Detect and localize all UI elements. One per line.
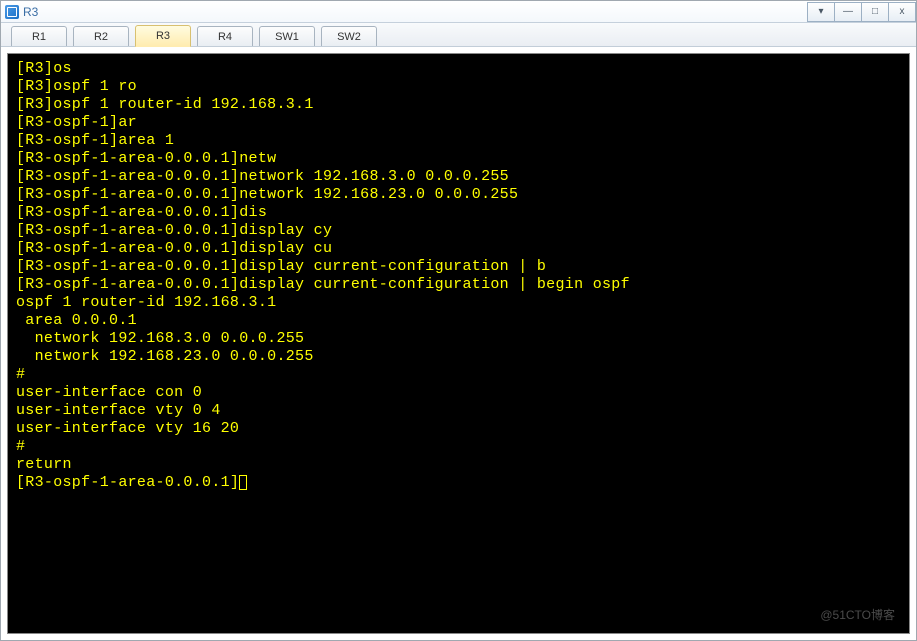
terminal-line: [R3-ospf-1-area-0.0.0.1]dis xyxy=(16,204,901,222)
terminal-line: [R3-ospf-1-area-0.0.0.1]display current-… xyxy=(16,258,901,276)
terminal-line: # xyxy=(16,438,901,456)
terminal-line: user-interface con 0 xyxy=(16,384,901,402)
terminal-container: [R3]os [R3]ospf 1 ro [R3]ospf 1 router-i… xyxy=(1,47,916,640)
maximize-button[interactable]: □ xyxy=(861,2,889,22)
app-icon xyxy=(5,5,19,19)
terminal-line: [R3]ospf 1 router-id 192.168.3.1 xyxy=(16,96,901,114)
terminal-line: [R3-ospf-1-area-0.0.0.1]network 192.168.… xyxy=(16,186,901,204)
tab-r4[interactable]: R4 xyxy=(197,26,253,46)
terminal-line: [R3-ospf-1-area-0.0.0.1]network 192.168.… xyxy=(16,168,901,186)
terminal-line: [R3]ospf 1 ro xyxy=(16,78,901,96)
terminal[interactable]: [R3]os [R3]ospf 1 ro [R3]ospf 1 router-i… xyxy=(7,53,910,634)
terminal-line: network 192.168.23.0 0.0.0.255 xyxy=(16,348,901,366)
app-window: R3 ▾ — □ x R1 R2 R3 R4 SW1 SW2 [R3]os [R… xyxy=(0,0,917,641)
terminal-line: user-interface vty 16 20 xyxy=(16,420,901,438)
terminal-line: [R3-ospf-1-area-0.0.0.1]display cy xyxy=(16,222,901,240)
tab-r3[interactable]: R3 xyxy=(135,25,191,47)
terminal-line: return xyxy=(16,456,901,474)
terminal-line: network 192.168.3.0 0.0.0.255 xyxy=(16,330,901,348)
terminal-prompt: [R3-ospf-1-area-0.0.0.1] xyxy=(16,474,239,491)
terminal-line: ospf 1 router-id 192.168.3.1 xyxy=(16,294,901,312)
terminal-line: [R3-ospf-1]ar xyxy=(16,114,901,132)
terminal-line: [R3-ospf-1]area 1 xyxy=(16,132,901,150)
title-bar: R3 ▾ — □ x xyxy=(1,1,916,23)
tab-bar: R1 R2 R3 R4 SW1 SW2 xyxy=(1,23,916,47)
terminal-line: [R3-ospf-1-area-0.0.0.1]display cu xyxy=(16,240,901,258)
terminal-line: area 0.0.0.1 xyxy=(16,312,901,330)
close-button[interactable]: x xyxy=(888,2,916,22)
terminal-line: # xyxy=(16,366,901,384)
tab-r1[interactable]: R1 xyxy=(11,26,67,46)
terminal-line: user-interface vty 0 4 xyxy=(16,402,901,420)
watermark: @51CTO博客 xyxy=(820,606,895,623)
tab-sw2[interactable]: SW2 xyxy=(321,26,377,46)
tab-sw1[interactable]: SW1 xyxy=(259,26,315,46)
window-controls: ▾ — □ x xyxy=(807,2,916,22)
terminal-prompt-line: [R3-ospf-1-area-0.0.0.1] xyxy=(16,474,901,492)
cursor-icon xyxy=(239,475,247,490)
terminal-line: [R3-ospf-1-area-0.0.0.1]display current-… xyxy=(16,276,901,294)
window-title: R3 xyxy=(23,5,38,19)
tab-r2[interactable]: R2 xyxy=(73,26,129,46)
title-left: R3 xyxy=(5,5,38,19)
window-dropdown-button[interactable]: ▾ xyxy=(807,2,835,22)
terminal-line: [R3]os xyxy=(16,60,901,78)
minimize-button[interactable]: — xyxy=(834,2,862,22)
terminal-line: [R3-ospf-1-area-0.0.0.1]netw xyxy=(16,150,901,168)
